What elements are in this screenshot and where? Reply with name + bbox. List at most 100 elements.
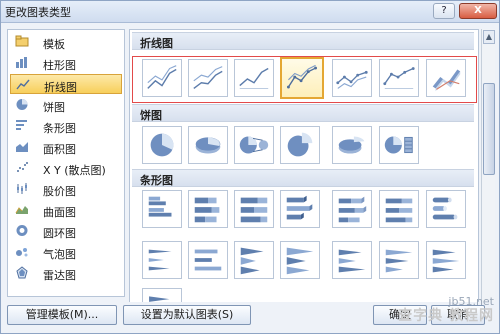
section-line: 折线图 [132,32,474,50]
bubble-chart-icon [16,248,28,257]
sidebar-item-scatter[interactable]: X Y (散点图) [10,158,122,178]
sidebar-item-label: 股价图 [43,185,76,198]
3d-stacked-bar-icon [338,196,367,223]
3d-clustered-bar-icon [286,195,313,220]
line-chart-icon [239,67,269,89]
sidebar-item-column[interactable]: 柱形图 [10,53,122,73]
sidebar-item-templates[interactable]: 模板 [10,32,122,52]
line-markers-icon [383,67,415,89]
sidebar-item-label: 饼图 [43,101,65,114]
pie-subtype-1[interactable] [142,126,182,164]
pie-subtype-2[interactable] [188,126,228,164]
sidebar-item-bar[interactable]: 条形图 [10,116,122,136]
exploded-3d-pie-icon [338,136,365,154]
chart-gallery: 折线图 饼图 条形图 [129,29,479,319]
bar-subtype-9[interactable] [188,241,228,279]
100-stacked-bar-icon [240,197,268,223]
pyramid-bar-icon [338,249,366,273]
pie-subtype-5[interactable] [332,126,372,164]
watermark: jb51.net 查字典 教程网 [356,296,498,332]
line-subtype-2[interactable] [188,59,228,97]
sidebar-item-bubble[interactable]: 气泡图 [10,242,122,262]
chart-type-list: 模板 柱形图 折线图 饼图 条形图 面积图 X Y (散点图) 股价图 曲面图 … [7,29,125,297]
line-subtype-1[interactable] [142,59,182,97]
sidebar-item-label: 面积图 [43,143,76,156]
section-label: 折线图 [140,37,173,50]
line-subtype-5[interactable] [332,59,372,97]
area-chart-icon [16,142,28,152]
line-markers-icon [336,70,368,89]
line-chart-icon [147,65,177,89]
sidebar-item-line[interactable]: 折线图 [10,74,122,94]
sidebar-item-surface[interactable]: 曲面图 [10,200,122,220]
sidebar-item-label: 雷达图 [43,269,76,282]
bar-subtype-10[interactable] [234,241,274,279]
radar-chart-icon [16,266,28,279]
section-pie: 饼图 [132,104,474,122]
section-bar: 条形图 [132,169,474,187]
pie-subtype-3[interactable] [234,126,274,164]
bar-subtype-4[interactable] [280,190,320,228]
bar-subtype-7[interactable] [426,190,466,228]
3d-line-chart-icon [432,69,461,92]
line-subtype-3[interactable] [234,59,274,97]
bar-subtype-12[interactable] [332,241,372,279]
sidebar-item-pie[interactable]: 饼图 [10,95,122,115]
sidebar-item-radar[interactable]: 雷达图 [10,263,122,283]
scatter-chart-icon [17,162,28,172]
watermark-text: 查字典 教程网 [398,308,494,324]
bar-subtype-2[interactable] [188,190,228,228]
line-subtype-4-selected[interactable] [280,57,324,99]
bar-chart-icon [16,120,27,130]
gallery-scrollbar[interactable]: ▲ ▼ [481,29,495,319]
sidebar-item-label: 圆环图 [43,227,76,240]
manage-templates-button[interactable]: 管理模板(M)... [7,305,117,325]
bar-subtype-3[interactable] [234,190,274,228]
pie-subtype-4[interactable] [280,126,320,164]
watermark-text: jb51.net [448,295,494,308]
cylinder-bar-icon [432,197,458,220]
line-chart-icon [16,79,30,90]
bar-subtype-5[interactable] [332,190,372,228]
sidebar-item-label: 模板 [43,38,65,51]
bar-subtype-6[interactable] [379,190,419,228]
sidebar-item-label: 条形图 [43,122,76,135]
bar-subtype-13[interactable] [379,241,419,279]
sidebar-item-label: 折线图 [44,81,77,94]
cone-bar-icon [148,249,172,271]
set-default-chart-button[interactable]: 设置为默认图表(S) [123,305,251,325]
change-chart-type-dialog: 更改图表类型 ? X 模板 柱形图 折线图 饼图 条形图 面积图 X Y (散点… [0,0,500,334]
3d-100-bar-icon [385,198,413,223]
column-chart-icon [16,57,27,68]
sidebar-item-area[interactable]: 面积图 [10,137,122,157]
help-button[interactable]: ? [433,3,455,19]
pyramid-bar-icon [432,249,460,273]
bar-of-pie-icon [384,136,413,154]
line-markers-icon [286,64,318,89]
line-subtype-6[interactable] [379,59,419,97]
scroll-thumb[interactable] [483,83,495,175]
folder-icon [15,35,29,47]
pie-of-pie-icon [239,136,269,154]
sidebar-item-doughnut[interactable]: 圆环图 [10,221,122,241]
bar-subtype-11[interactable] [280,241,320,279]
exploded-pie-icon [287,132,313,157]
sidebar-item-label: 曲面图 [43,206,76,219]
bar-subtype-14[interactable] [426,241,466,279]
close-button[interactable]: X [459,3,497,19]
pyramid-bar-icon [286,247,314,275]
scroll-up-arrow-icon[interactable]: ▲ [483,30,495,44]
cone-bar-icon [194,249,222,271]
pie-chart-icon [150,133,174,157]
bar-subtype-8[interactable] [142,241,182,279]
section-label: 饼图 [140,109,162,122]
pyramid-bar-icon [240,247,264,275]
pie-subtype-6[interactable] [379,126,419,164]
doughnut-chart-icon [16,225,28,236]
pie-chart-icon [16,99,28,110]
bar-subtype-1[interactable] [142,190,182,228]
sidebar-item-stock[interactable]: 股价图 [10,179,122,199]
section-label: 条形图 [140,174,173,187]
line-subtype-7-3d[interactable] [426,59,466,97]
sidebar-item-label: X Y (散点图) [43,164,106,177]
